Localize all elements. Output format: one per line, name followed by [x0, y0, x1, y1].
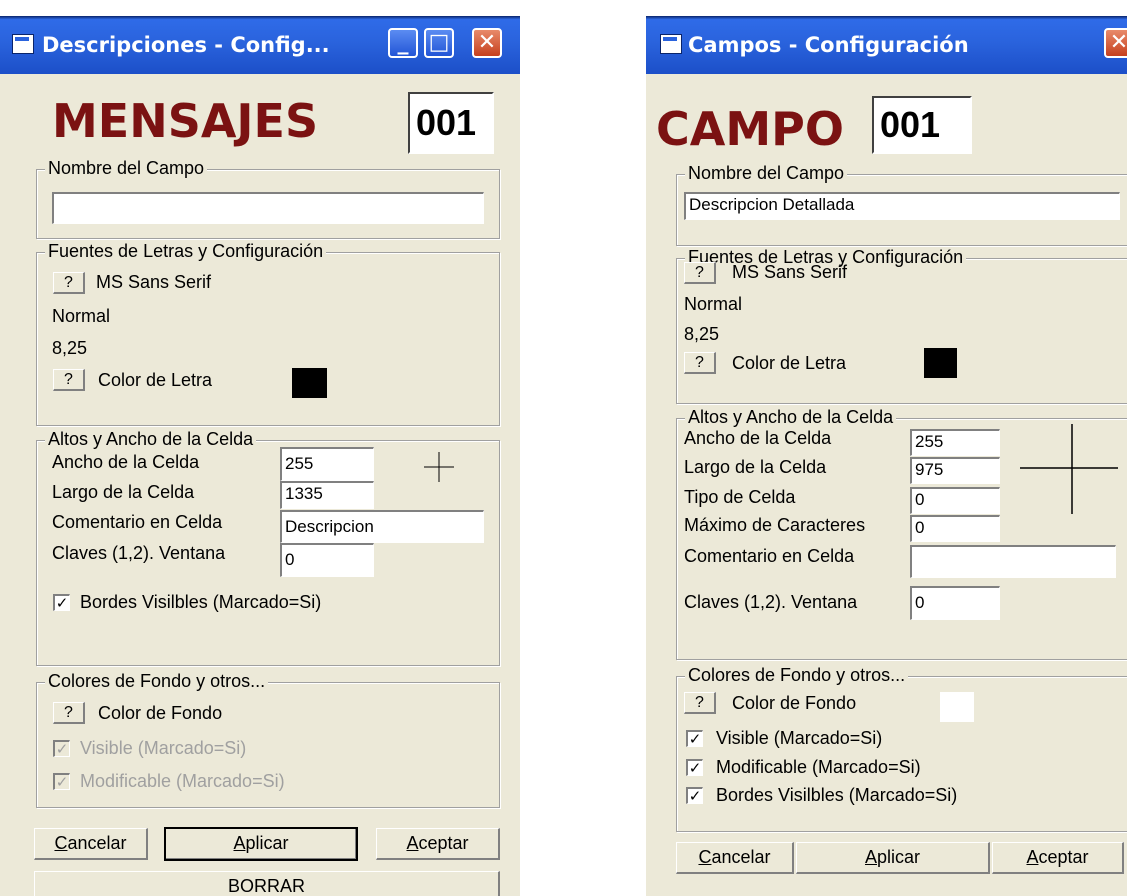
right-visible-checkbox[interactable]: ✓ — [686, 730, 703, 747]
left-bordes-label: Bordes Visilbles (Marcado=Si) — [80, 592, 322, 612]
left-cancel-button[interactable]: Cancelar — [34, 828, 148, 860]
right-window-title: Campos - Configuración — [688, 33, 969, 57]
right-font-select-button[interactable]: ? — [684, 262, 716, 284]
left-window-title: Descripciones - Config... — [42, 33, 330, 57]
right-tipo-input[interactable]: 0 — [910, 487, 1000, 514]
right-claves-label: Claves (1,2). Ventana — [684, 592, 858, 612]
left-comentario-input[interactable]: Descripcion — [280, 510, 484, 543]
group-label: Altos y Ancho de la Celda — [685, 407, 897, 428]
right-visible-label: Visible (Marcado=Si) — [716, 728, 883, 748]
right-nombre-input[interactable]: Descripcion Detallada — [684, 192, 1120, 220]
right-maximo-input[interactable]: 0 — [910, 515, 1000, 542]
left-visible-label: Visible (Marcado=Si) — [80, 738, 247, 758]
right-color-letra-button[interactable]: ? — [684, 352, 716, 374]
left-color-letra-swatch[interactable] — [292, 368, 327, 398]
left-number-box: 001 — [408, 92, 494, 154]
left-largo-input[interactable]: 1335 — [280, 481, 374, 509]
left-color-letra-button[interactable]: ? — [53, 369, 85, 391]
right-largo-label: Largo de la Celda — [684, 457, 827, 477]
right-font-name: MS Sans Serif — [732, 262, 848, 282]
right-color-fondo-swatch[interactable] — [940, 692, 974, 722]
right-tipo-label: Tipo de Celda — [684, 487, 796, 507]
right-claves-input[interactable]: 0 — [910, 586, 1000, 620]
left-color-fondo-label: Color de Fondo — [98, 703, 223, 723]
right-bordes-checkbox[interactable]: ✓ — [686, 787, 703, 804]
left-delete-button[interactable]: BORRAR — [34, 871, 500, 896]
right-font-style: Normal — [684, 294, 743, 314]
left-font-name: MS Sans Serif — [96, 272, 212, 292]
right-modificable-checkbox[interactable]: ✓ — [686, 759, 703, 776]
left-font-size: 8,25 — [52, 338, 88, 358]
maximize-button[interactable]: □ — [424, 28, 454, 58]
right-comentario-input[interactable] — [910, 545, 1116, 578]
window-icon — [12, 34, 34, 54]
group-label: Nombre del Campo — [685, 163, 848, 184]
right-font-size: 8,25 — [684, 324, 720, 344]
group-label: Fuentes de Letras y Configuración — [45, 241, 327, 262]
right-color-fondo-button[interactable]: ? — [684, 692, 716, 714]
right-ancho-input[interactable]: 255 — [910, 429, 1000, 456]
right-apply-button[interactable]: Aplicar — [796, 842, 990, 874]
left-title-bar[interactable]: Descripciones - Config... _ □ ✕ — [0, 16, 520, 74]
left-size-crosshair — [424, 452, 454, 482]
right-accept-button[interactable]: Aceptar — [992, 842, 1124, 874]
left-claves-label: Claves (1,2). Ventana — [52, 543, 226, 563]
right-largo-input[interactable]: 975 — [910, 457, 1000, 484]
left-nombre-input[interactable] — [52, 192, 484, 224]
left-comentario-label: Comentario en Celda — [52, 512, 223, 532]
left-color-letra-label: Color de Letra — [98, 370, 213, 390]
left-modificable-checkbox[interactable]: ✓ — [53, 773, 70, 790]
right-ancho-label: Ancho de la Celda — [684, 428, 832, 448]
left-heading: MENSAJES — [52, 94, 319, 148]
right-size-crosshair — [1020, 424, 1118, 514]
right-color-letra-label: Color de Letra — [732, 353, 847, 373]
left-apply-button[interactable]: Aplicar — [164, 827, 358, 861]
right-modificable-label: Modificable (Marcado=Si) — [716, 757, 921, 777]
right-window: Campos - Configuración ✕ CAMPO 001 Nombr… — [646, 16, 1127, 896]
right-color-fondo-label: Color de Fondo — [732, 693, 857, 713]
close-button[interactable]: ✕ — [1104, 28, 1127, 58]
left-font-style: Normal — [52, 306, 111, 326]
group-label: Nombre del Campo — [45, 158, 208, 179]
left-largo-label: Largo de la Celda — [52, 482, 195, 502]
close-button[interactable]: ✕ — [472, 28, 502, 58]
left-ancho-label: Ancho de la Celda — [52, 452, 200, 472]
right-maximo-label: Máximo de Caracteres — [684, 515, 866, 535]
left-visible-checkbox[interactable]: ✓ — [53, 740, 70, 757]
left-accept-button[interactable]: Aceptar — [376, 828, 500, 860]
group-label: Colores de Fondo y otros... — [685, 665, 909, 686]
left-color-fondo-button[interactable]: ? — [53, 702, 85, 724]
right-heading: CAMPO — [656, 102, 844, 156]
minimize-button[interactable]: _ — [388, 28, 418, 58]
right-bordes-label: Bordes Visilbles (Marcado=Si) — [716, 785, 958, 805]
right-title-bar[interactable]: Campos - Configuración ✕ — [646, 16, 1127, 74]
right-color-letra-swatch[interactable] — [924, 348, 957, 378]
right-cancel-button[interactable]: Cancelar — [676, 842, 794, 874]
group-label: Altos y Ancho de la Celda — [45, 429, 257, 450]
left-font-select-button[interactable]: ? — [53, 272, 85, 294]
left-claves-input[interactable]: 0 — [280, 543, 374, 577]
window-icon — [660, 34, 682, 54]
left-bordes-checkbox[interactable]: ✓ — [53, 594, 70, 611]
right-comentario-label: Comentario en Celda — [684, 546, 855, 566]
left-ancho-input[interactable]: 255 — [280, 447, 374, 481]
group-label: Colores de Fondo y otros... — [45, 671, 269, 692]
left-modificable-label: Modificable (Marcado=Si) — [80, 771, 285, 791]
left-window: Descripciones - Config... _ □ ✕ MENSAJES… — [0, 16, 520, 896]
right-number-box: 001 — [872, 96, 972, 154]
